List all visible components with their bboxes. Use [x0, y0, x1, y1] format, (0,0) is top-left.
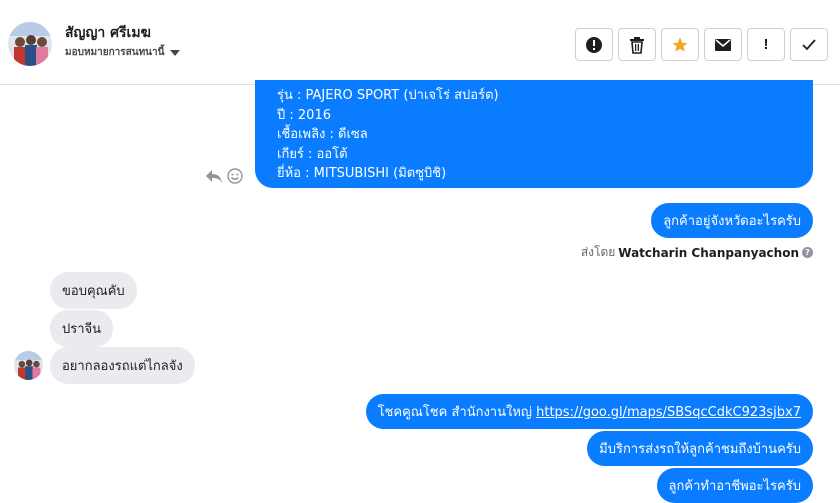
contact-avatar-small — [14, 351, 43, 380]
message-tools — [205, 168, 243, 184]
outgoing-message-location: โชคคูณโชค สำนักงานใหญ่ https://goo.gl/ma… — [365, 394, 813, 429]
caret-down-icon — [170, 49, 181, 56]
sent-by-info: ส่งโดย Watcharin Chanpanyachon ? — [581, 243, 813, 262]
car-details-message: รุ่น : PAJERO SPORT (ปาเจโร่ สปอร์ต) ปี … — [255, 80, 813, 188]
conversation-header: สัญญา ศรีเมฆ มอบหมายการสนทนานี้ ! — [0, 0, 840, 85]
help-icon[interactable]: ? — [802, 247, 813, 258]
map-link[interactable]: https://goo.gl/maps/SBSqcCdkC923sjbx7 — [536, 405, 801, 420]
sent-by-prefix: ส่งโดย — [580, 245, 616, 259]
car-detail-line: ปี : 2016 — [277, 107, 331, 123]
contact-name[interactable]: สัญญา ศรีเมฆ — [65, 22, 151, 44]
assign-conversation-dropdown[interactable]: มอบหมายการสนทนานี้ — [65, 45, 181, 60]
checkmark-icon — [802, 38, 816, 50]
sent-by-name: Watcharin Chanpanyachon — [618, 245, 799, 260]
emoji-icon[interactable] — [227, 168, 243, 184]
location-text: โชคคูณโชค สำนักงานใหญ่ — [377, 405, 537, 420]
follow-up-button[interactable]: ! — [747, 28, 785, 61]
incoming-message: ปราจีน — [50, 310, 114, 347]
mark-spam-button[interactable] — [575, 28, 613, 61]
car-detail-line: รุ่น : PAJERO SPORT (ปาเจโร่ สปอร์ต) — [277, 88, 499, 103]
car-detail-line: เชื้อเพลิง : ดีเซล — [277, 127, 368, 142]
car-detail-line: เกียร์ : ออโต้ — [277, 146, 348, 162]
incoming-message: อยากลองรถแต่ไกลจัง — [50, 347, 195, 384]
outgoing-message: ลูกค้าทำอาชีพอะไรครับ — [656, 468, 813, 503]
alert-circle-icon — [586, 36, 602, 53]
reply-icon[interactable] — [205, 168, 223, 184]
exclamation-icon: ! — [763, 36, 769, 53]
outgoing-message: ลูกค้าอยู่จังหวัดอะไรครับ — [651, 203, 813, 238]
incoming-message: ขอบคุณคับ — [50, 272, 137, 309]
conversation-actions: ! — [575, 28, 828, 61]
assign-label: มอบหมายการสนทนานี้ — [65, 47, 165, 58]
envelope-icon — [715, 38, 731, 51]
outgoing-message: มีบริการส่งรถให้ลูกค้าชมถึงบ้านครับ — [587, 431, 813, 466]
delete-button[interactable] — [618, 28, 656, 61]
star-button[interactable] — [661, 28, 699, 61]
mark-unread-button[interactable] — [704, 28, 742, 61]
mark-done-button[interactable] — [790, 28, 828, 61]
contact-avatar[interactable] — [8, 22, 52, 66]
star-icon — [672, 37, 688, 52]
trash-icon — [630, 36, 644, 54]
car-detail-line: ยี่ห้อ : MITSUBISHI (มิตซูบิชิ) — [277, 166, 447, 181]
